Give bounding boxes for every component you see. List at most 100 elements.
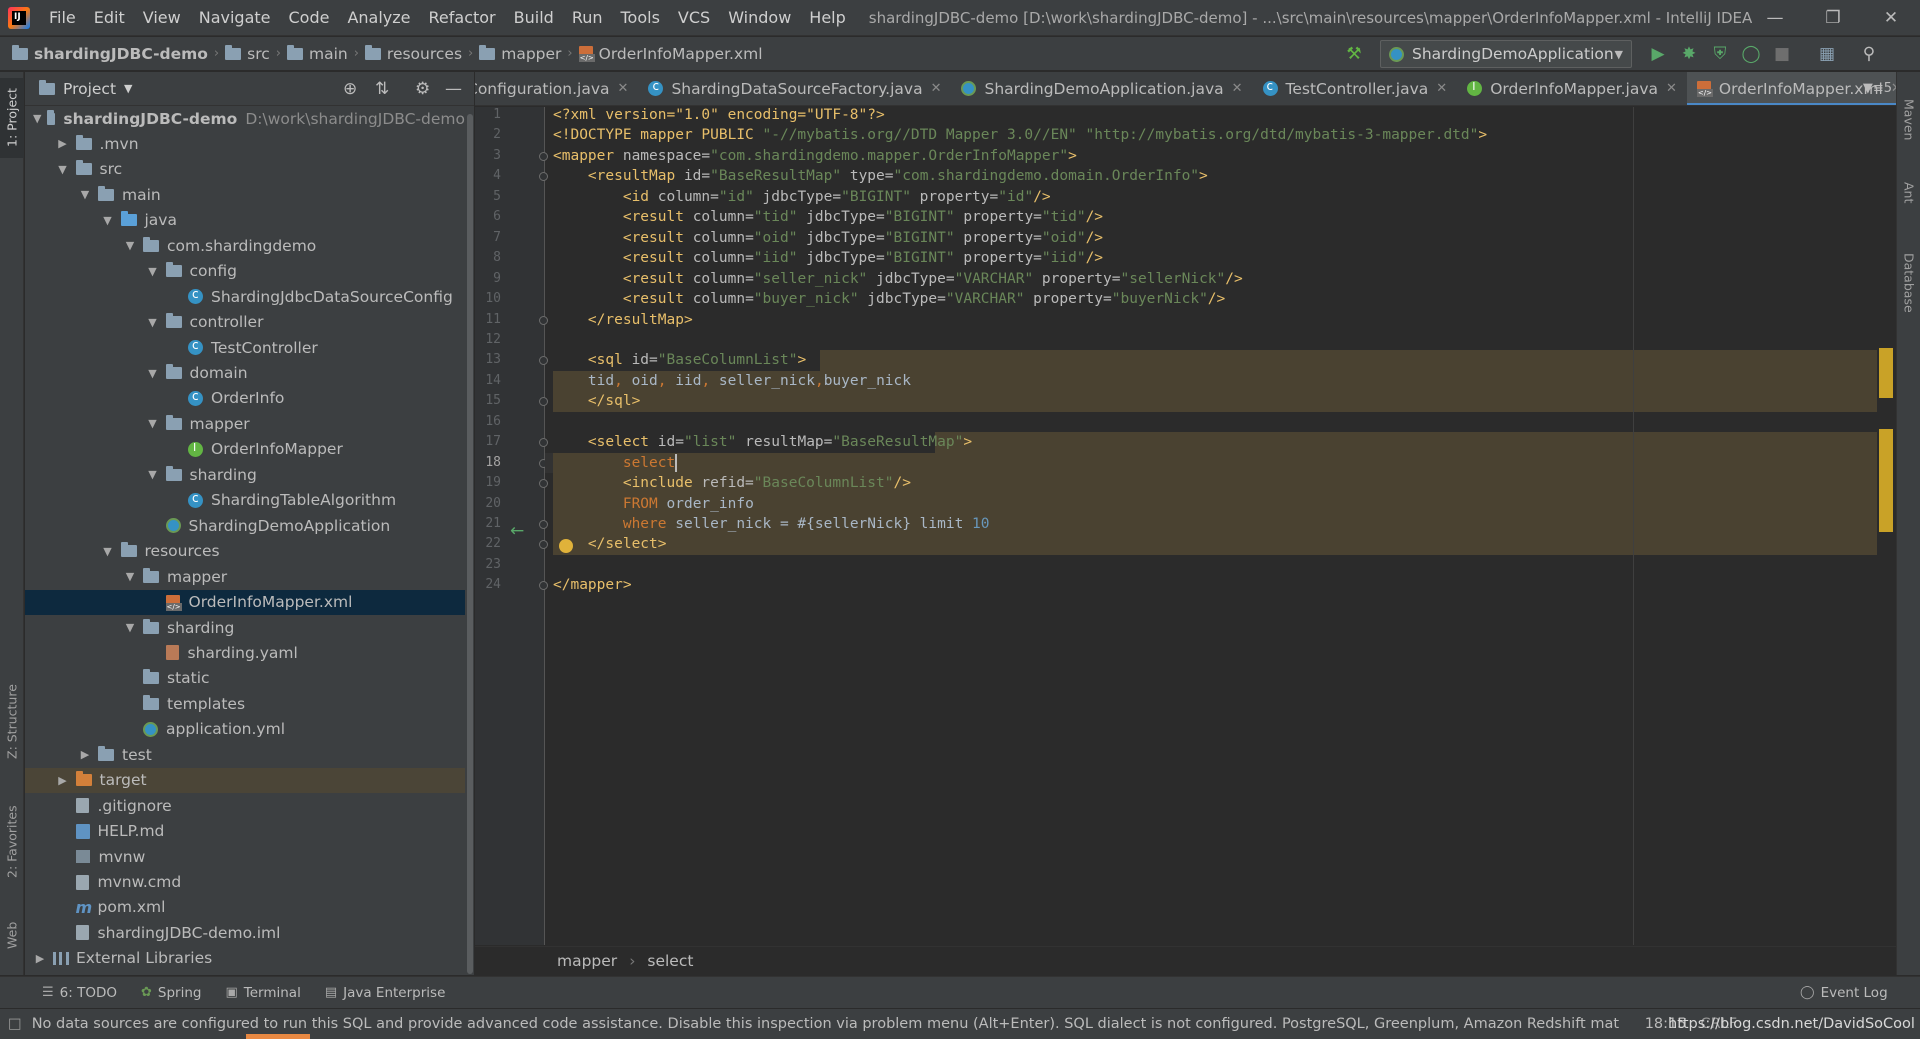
tree-item[interactable]: OrderInfoMapper.xml <box>25 589 465 615</box>
menu-analyze[interactable]: Analyze <box>338 0 419 36</box>
locate-icon[interactable]: ⊕ <box>343 79 357 99</box>
tree-item[interactable]: shardingJDBC-demo.iml <box>25 920 465 945</box>
stripe-marker-select[interactable] <box>1879 429 1893 532</box>
tree-item[interactable]: ▼ sharding <box>25 615 465 640</box>
expanded-arrow-icon[interactable]: ▼ <box>101 544 115 558</box>
expanded-arrow-icon[interactable]: ▼ <box>123 570 137 584</box>
fold-marker-icon[interactable] <box>539 479 548 489</box>
tool-tab-terminal[interactable]: ▣ Terminal <box>225 985 300 1001</box>
code-line[interactable]: <select id="list" resultMap="BaseResultM… <box>553 432 972 452</box>
menu-vcs[interactable]: VCS <box>669 0 719 36</box>
tree-item[interactable]: .gitignore <box>25 793 465 818</box>
tree-item[interactable]: OrderInfo <box>25 386 465 411</box>
editor-tab[interactable]: Configuration.java ✕ <box>475 72 638 105</box>
menu-edit[interactable]: Edit <box>85 0 134 36</box>
expanded-arrow-icon[interactable]: ▼ <box>101 213 115 227</box>
tool-tab-java-enterprise[interactable]: ▤ Java Enterprise <box>325 985 446 1001</box>
code-line[interactable]: </mapper> <box>553 575 632 595</box>
editor-crumb-select[interactable]: select <box>647 952 693 970</box>
close-tab-icon[interactable]: ✕ <box>618 81 629 96</box>
expanded-arrow-icon[interactable]: ▼ <box>146 468 160 482</box>
tool-tab-maven[interactable]: Maven <box>1897 80 1920 160</box>
tree-item[interactable]: application.yml <box>25 717 465 742</box>
chevron-down-icon[interactable]: ▼ <box>124 82 132 95</box>
tree-item[interactable]: ▶ target <box>25 767 465 793</box>
tree-item[interactable]: ▼ resources <box>25 539 465 564</box>
run-icon[interactable]: ▶ <box>1647 43 1669 65</box>
editor-tab[interactable]: OrderInfoMapper.java ✕ <box>1457 72 1687 105</box>
menu-run[interactable]: Run <box>563 0 612 36</box>
fold-marker-icon[interactable] <box>539 315 548 325</box>
breadcrumb-item[interactable]: shardingJDBC-demo <box>12 44 208 63</box>
tree-item[interactable]: static <box>25 666 465 691</box>
project-tree-scrollbar[interactable] <box>466 106 474 975</box>
code-line[interactable]: <!DOCTYPE mapper PUBLIC "-//mybatis.org/… <box>553 125 1487 145</box>
code-area[interactable]: <?xml version="1.0" encoding="UTF-8"?> <!… <box>553 107 1873 945</box>
fold-marker-icon[interactable] <box>539 438 548 448</box>
fold-marker-icon[interactable] <box>539 520 548 529</box>
expanded-arrow-icon[interactable]: ▼ <box>78 188 92 202</box>
expanded-arrow-icon[interactable]: ▼ <box>123 621 137 635</box>
fold-marker-icon[interactable] <box>539 151 548 161</box>
tree-item[interactable]: ▼ com.shardingdemo <box>25 233 465 258</box>
breadcrumb-item[interactable]: src <box>225 44 270 63</box>
close-tab-icon[interactable]: ✕ <box>931 81 942 96</box>
tree-item[interactable]: ▼ sharding <box>25 462 465 487</box>
tree-item[interactable]: templates <box>25 691 465 716</box>
code-line[interactable]: <result column="iid" jdbcType="BIGINT" p… <box>553 248 1103 268</box>
stop-icon[interactable]: ■ <box>1771 43 1793 65</box>
tool-tab-project[interactable]: 1: Project <box>0 78 24 158</box>
tree-item[interactable]: ▼ shardingJDBC-demo D:\work\shardingJDBC-d… <box>25 106 465 131</box>
fold-marker-icon[interactable] <box>539 172 548 182</box>
coverage-icon[interactable]: ⛨ <box>1709 43 1731 65</box>
editor-tab[interactable]: ShardingDataSourceFactory.java ✕ <box>638 72 951 105</box>
stripe-marker-sql[interactable] <box>1879 348 1893 398</box>
collapsed-arrow-icon[interactable]: ▶ <box>33 951 47 965</box>
tree-item[interactable]: ▼ controller <box>25 310 465 335</box>
tree-item[interactable]: ▶ test <box>25 742 465 767</box>
tool-tab-ant[interactable]: Ant <box>1897 168 1920 218</box>
restore-icon[interactable]: ❐ <box>1804 0 1862 36</box>
code-line[interactable]: <result column="buyer_nick" jdbcType="VA… <box>553 289 1225 309</box>
breadcrumb-item[interactable]: main <box>286 44 348 63</box>
tree-item[interactable]: ▼ domain <box>25 361 465 386</box>
run-configuration-select[interactable]: ShardingDemoApplication ▼ <box>1380 40 1632 68</box>
code-line[interactable]: where seller_nick = #{sellerNick} limit … <box>553 514 990 534</box>
event-log-button[interactable]: ◯ Event Log <box>1800 985 1888 1001</box>
tree-item[interactable]: ShardingJdbcDataSourceConfig <box>25 284 465 309</box>
menu-help[interactable]: Help <box>800 0 854 36</box>
error-stripe[interactable] <box>1877 107 1896 945</box>
status-message[interactable]: No data sources are configured to run th… <box>32 1016 1637 1032</box>
tree-item[interactable]: m pom.xml <box>25 895 465 920</box>
minimize-icon[interactable]: — <box>1746 0 1804 36</box>
menu-view[interactable]: View <box>134 0 190 36</box>
code-line[interactable]: FROM order_info <box>553 494 754 514</box>
editor-tab[interactable]: ShardingDemoApplication.java ✕ <box>951 72 1252 105</box>
code-line[interactable]: <resultMap id="BaseResultMap" type="com.… <box>553 166 1208 186</box>
tree-item[interactable]: Scratches and Consoles <box>25 971 465 975</box>
expanded-arrow-icon[interactable]: ▼ <box>146 264 160 278</box>
search-everywhere-icon[interactable]: ⚲ <box>1858 43 1880 65</box>
status-toggle-icon[interactable]: □ <box>8 1016 22 1032</box>
tree-item[interactable]: ▼ mapper <box>25 564 465 589</box>
code-line[interactable]: <?xml version="1.0" encoding="UTF-8"?> <box>553 107 885 125</box>
intention-bulb-icon[interactable] <box>559 539 573 553</box>
menu-navigate[interactable]: Navigate <box>190 0 280 36</box>
tool-tab-database[interactable]: Database <box>1897 238 1920 328</box>
tree-item[interactable]: HELP.md <box>25 819 465 844</box>
menu-code[interactable]: Code <box>280 0 339 36</box>
tree-item[interactable]: ShardingTableAlgorithm <box>25 488 465 513</box>
fold-marker-icon[interactable] <box>539 581 548 591</box>
code-editor[interactable]: 1 2 3 4 5 6 7 8 9 10 11 12 13 14 15 16 17 18 19 20 21 22 23 24 … <box>475 107 1896 945</box>
collapse-all-icon[interactable]: ⇅ <box>375 79 389 99</box>
code-line[interactable]: </resultMap> <box>553 310 693 330</box>
code-line[interactable]: <id column="id" jdbcType="BIGINT" proper… <box>553 187 1051 207</box>
code-line[interactable]: select <box>553 453 678 473</box>
collapsed-arrow-icon[interactable]: ▶ <box>78 748 92 762</box>
expanded-arrow-icon[interactable]: ▼ <box>146 366 160 380</box>
collapsed-arrow-icon[interactable]: ▶ <box>56 137 70 151</box>
tree-item[interactable]: ▶ .mvn <box>25 131 465 156</box>
tree-item[interactable]: mvnw <box>25 844 465 869</box>
gear-icon[interactable]: ⚙ <box>415 79 430 99</box>
tree-item[interactable]: ▼ mapper <box>25 411 465 436</box>
